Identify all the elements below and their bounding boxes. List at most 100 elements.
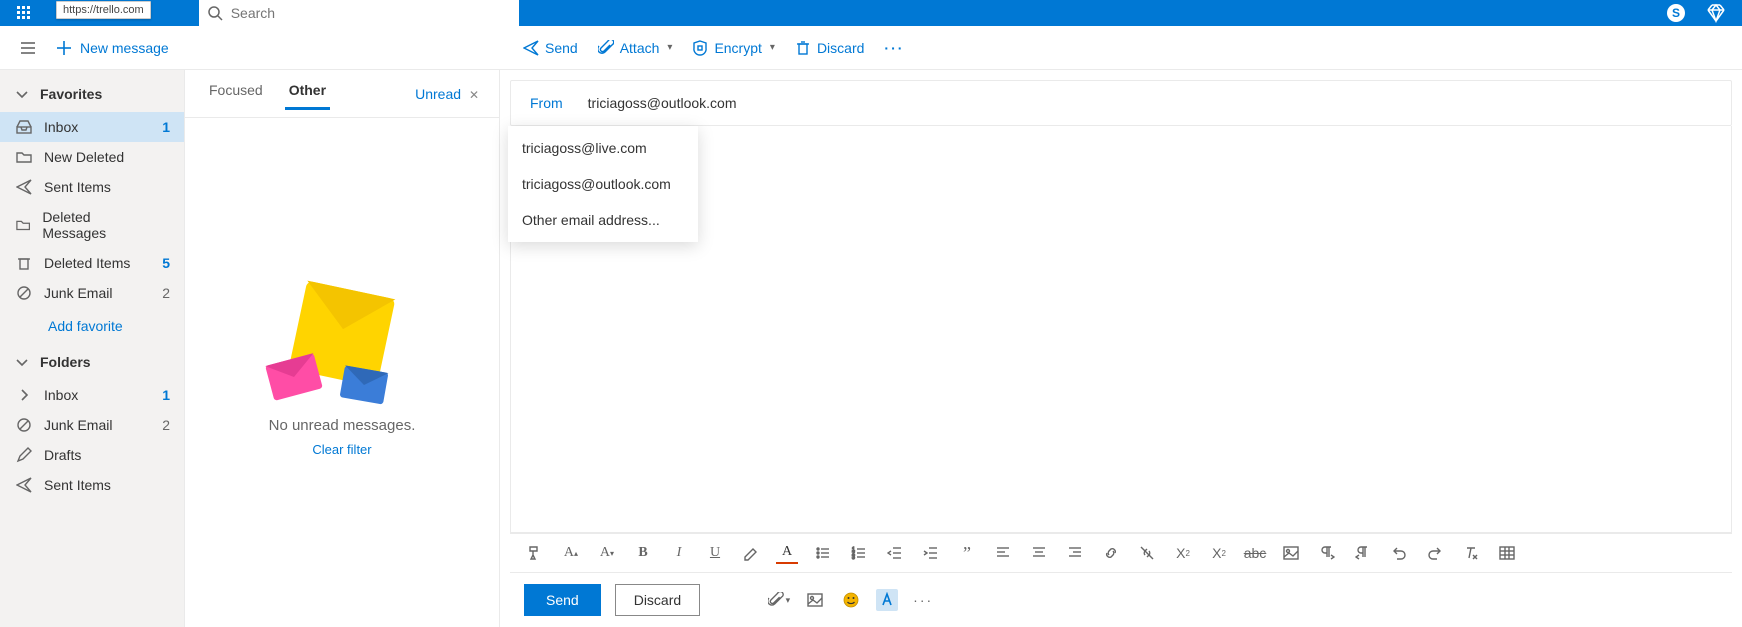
- insert-image-icon[interactable]: [804, 589, 826, 611]
- tab-focused[interactable]: Focused: [205, 78, 267, 110]
- clear-filter-icon[interactable]: ✕: [469, 88, 479, 102]
- tab-other[interactable]: Other: [285, 78, 330, 110]
- inbox-icon: [16, 119, 32, 135]
- favorites-header[interactable]: Favorites: [0, 76, 184, 112]
- align-center-icon[interactable]: [1028, 542, 1050, 564]
- sidebar-item-deleted-messages[interactable]: Deleted Messages: [0, 202, 184, 248]
- strikethrough-icon[interactable]: abc: [1244, 542, 1266, 564]
- sidebar-item-deleted-items[interactable]: Deleted Items 5: [0, 248, 184, 278]
- bullet-list-icon[interactable]: [812, 542, 834, 564]
- format-toolbar: A▴ A▾ B I U A 123 ” X2 X2 abc: [510, 533, 1732, 573]
- header-right: S: [1666, 3, 1734, 23]
- clear-format-icon[interactable]: [1460, 542, 1482, 564]
- format-painter-icon[interactable]: [524, 542, 546, 564]
- inbox-tabs: Focused Other Unread ✕: [185, 70, 499, 118]
- emoji-icon[interactable]: [840, 589, 862, 611]
- insert-picture-icon[interactable]: [1280, 542, 1302, 564]
- block-icon: [16, 285, 32, 301]
- compose-pane: From triciagoss@outlook.com triciagoss@l…: [500, 70, 1742, 627]
- quote-icon[interactable]: ”: [956, 542, 978, 564]
- from-row: From triciagoss@outlook.com: [510, 80, 1732, 126]
- toggle-format-icon[interactable]: [876, 589, 898, 611]
- italic-icon[interactable]: I: [668, 542, 690, 564]
- from-value[interactable]: triciagoss@outlook.com: [588, 95, 737, 111]
- app-launcher-icon[interactable]: [0, 0, 48, 26]
- send-label: Send: [545, 40, 578, 56]
- url-tooltip: https://trello.com: [56, 1, 151, 19]
- chevron-down-icon: ▾: [667, 42, 672, 53]
- folder-count: 5: [162, 255, 170, 271]
- folder-label: Sent Items: [44, 179, 111, 195]
- discard-label: Discard: [817, 40, 864, 56]
- sidebar-folder-sent[interactable]: Sent Items: [0, 470, 184, 500]
- premium-icon[interactable]: [1706, 3, 1726, 23]
- rtl-icon[interactable]: [1352, 542, 1374, 564]
- folder-label: New Deleted: [44, 149, 124, 165]
- folders-header[interactable]: Folders: [0, 344, 184, 380]
- outdent-icon[interactable]: [884, 542, 906, 564]
- search-input[interactable]: [231, 5, 511, 21]
- search-box[interactable]: [199, 0, 519, 26]
- send-icon: [16, 179, 32, 195]
- menu-toggle-icon[interactable]: [12, 32, 44, 64]
- table-icon[interactable]: [1496, 542, 1518, 564]
- folder-count: 2: [162, 417, 170, 433]
- link-icon[interactable]: [1100, 542, 1122, 564]
- sidebar-item-new-deleted[interactable]: New Deleted: [0, 142, 184, 172]
- plus-icon: [56, 40, 72, 56]
- superscript-icon[interactable]: X2: [1172, 542, 1194, 564]
- block-icon: [16, 417, 32, 433]
- attach-command[interactable]: Attach ▾: [590, 36, 681, 60]
- from-option-outlook[interactable]: triciagoss@outlook.com: [508, 166, 698, 202]
- redo-icon[interactable]: [1424, 542, 1446, 564]
- sidebar-folder-drafts[interactable]: Drafts: [0, 440, 184, 470]
- skype-icon[interactable]: S: [1666, 3, 1686, 23]
- send-button[interactable]: Send: [524, 584, 601, 616]
- sidebar-folder-junk[interactable]: Junk Email 2: [0, 410, 184, 440]
- attach-inline-icon[interactable]: ▾: [768, 589, 790, 611]
- font-size-increase-icon[interactable]: A▴: [560, 542, 582, 564]
- from-option-live[interactable]: triciagoss@live.com: [508, 130, 698, 166]
- from-option-other[interactable]: Other email address...: [508, 202, 698, 238]
- from-button[interactable]: From: [521, 90, 572, 116]
- undo-icon[interactable]: [1388, 542, 1410, 564]
- number-list-icon[interactable]: 123: [848, 542, 870, 564]
- message-list-pane: Focused Other Unread ✕ No unread message…: [185, 70, 500, 627]
- new-message-button[interactable]: New message: [48, 36, 177, 60]
- discard-button[interactable]: Discard: [615, 584, 700, 616]
- sidebar-item-junk[interactable]: Junk Email 2: [0, 278, 184, 308]
- chevron-right-icon: [16, 387, 32, 403]
- encrypt-command[interactable]: Encrypt ▾: [684, 36, 783, 60]
- highlight-icon[interactable]: [740, 542, 762, 564]
- indent-icon[interactable]: [920, 542, 942, 564]
- more-commands-button[interactable]: ···: [876, 36, 912, 60]
- empty-message: No unread messages.: [269, 417, 416, 434]
- attach-label: Attach: [620, 40, 660, 56]
- paperclip-icon: [598, 40, 614, 56]
- chevron-down-icon: ▾: [770, 42, 775, 53]
- underline-icon[interactable]: U: [704, 542, 726, 564]
- discard-command[interactable]: Discard: [787, 36, 872, 60]
- sidebar-item-inbox[interactable]: Inbox 1: [0, 112, 184, 142]
- align-left-icon[interactable]: [992, 542, 1014, 564]
- clear-filter-link[interactable]: Clear filter: [312, 442, 371, 457]
- send-command[interactable]: Send: [515, 36, 586, 60]
- more-send-options-icon[interactable]: ···: [912, 589, 934, 611]
- header-left: https://trello.com: [0, 0, 519, 26]
- font-size-decrease-icon[interactable]: A▾: [596, 542, 618, 564]
- sidebar-folder-inbox[interactable]: Inbox 1: [0, 380, 184, 410]
- subscript-icon[interactable]: X2: [1208, 542, 1230, 564]
- ltr-icon[interactable]: [1316, 542, 1338, 564]
- folder-label: Inbox: [44, 387, 78, 403]
- top-header: https://trello.com S: [0, 0, 1742, 26]
- folder-label: Deleted Messages: [42, 209, 146, 241]
- unlink-icon[interactable]: [1136, 542, 1158, 564]
- main-area: Favorites Inbox 1 New Deleted Sent Items…: [0, 70, 1742, 627]
- bold-icon[interactable]: B: [632, 542, 654, 564]
- sidebar-item-sent[interactable]: Sent Items: [0, 172, 184, 202]
- add-favorite-link[interactable]: Add favorite: [0, 308, 184, 344]
- font-color-icon[interactable]: A: [776, 542, 798, 564]
- align-right-icon[interactable]: [1064, 542, 1086, 564]
- filter-unread[interactable]: Unread ✕: [415, 86, 479, 102]
- folder-sidebar: Favorites Inbox 1 New Deleted Sent Items…: [0, 70, 185, 627]
